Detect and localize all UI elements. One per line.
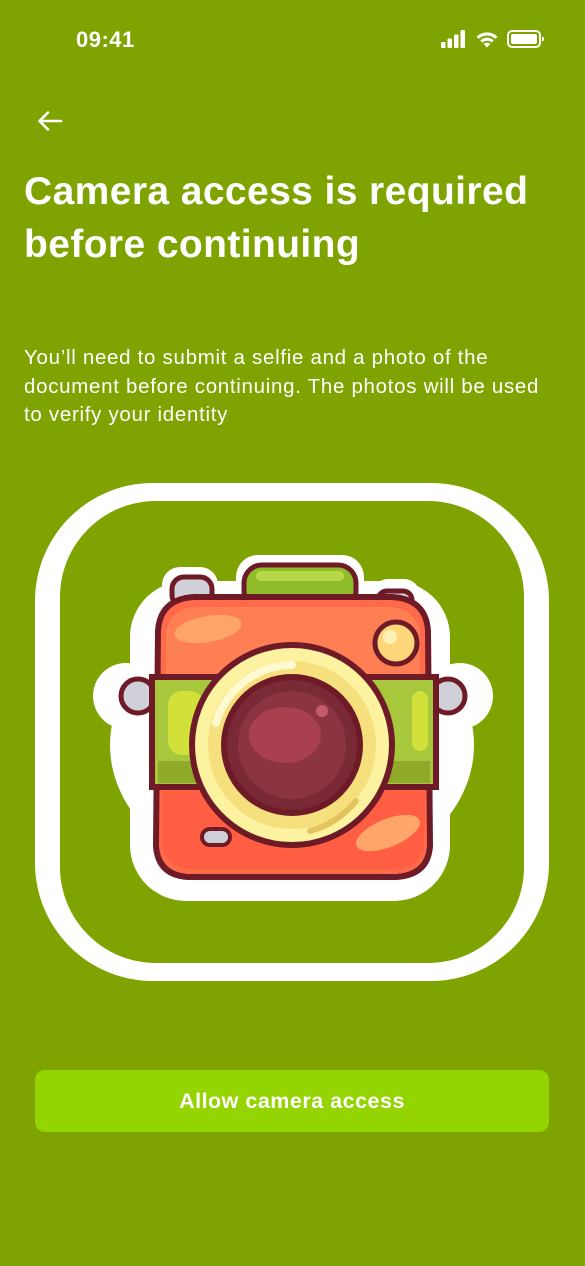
- page-subtitle: You’ll need to submit a selfie and a pho…: [24, 346, 540, 426]
- wifi-icon: [475, 30, 499, 53]
- illustration-frame: [35, 483, 549, 981]
- status-time: 09:41: [76, 27, 135, 52]
- battery-icon: [507, 30, 545, 53]
- camera-icon: [93, 555, 493, 901]
- status-icons: [441, 30, 545, 53]
- allow-camera-access-button[interactable]: Allow camera access: [35, 1070, 549, 1132]
- back-button[interactable]: [33, 106, 67, 140]
- illustration-background: [60, 501, 524, 963]
- arrow-left-icon: [37, 110, 63, 137]
- page-title: Camera access is required before continu…: [24, 170, 529, 266]
- status-bar: 09:41: [0, 0, 585, 80]
- signal-icon: [441, 30, 467, 53]
